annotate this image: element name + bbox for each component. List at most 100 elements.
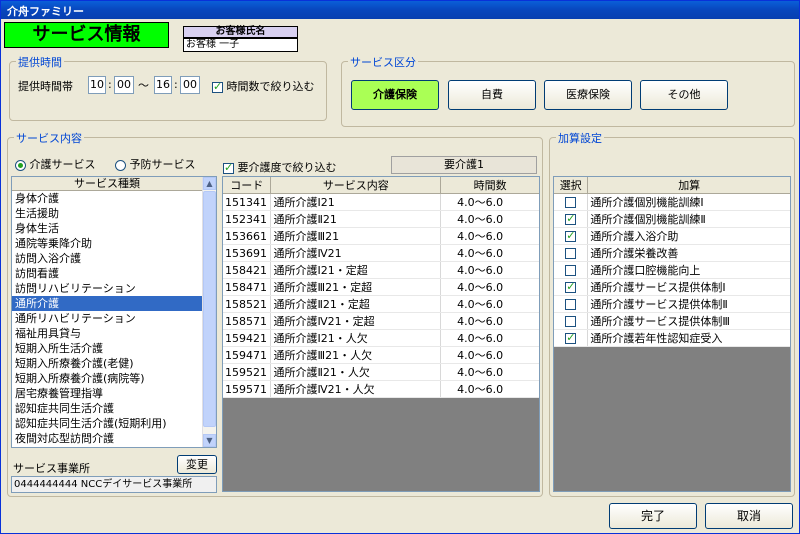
service-code-row[interactable]: 158471 通所介護Ⅲ21・定超 4.0～6.0 [223,278,539,296]
addon-select-cell[interactable] [554,261,589,279]
office-label: サービス事業所 [13,462,90,475]
care-level-filter-check-icon [223,161,234,174]
addon-checkbox[interactable] [565,331,577,344]
service-type-item[interactable]: 生活援助 [12,206,202,221]
addon-select-cell[interactable] [554,278,589,296]
service-name-cell: 通所介護Ⅲ21・人欠 [270,346,442,364]
scroll-down-icon[interactable]: ▼ [203,434,216,447]
service-type-item[interactable]: 通院等乗降介助 [12,236,202,251]
addon-select-cell[interactable] [554,329,589,347]
end-minute-input[interactable]: 00 [180,76,200,94]
service-code-row[interactable]: 159471 通所介護Ⅲ21・人欠 4.0～6.0 [223,346,539,364]
addon-checkbox[interactable] [565,299,577,310]
service-type-item[interactable]: 通所リハビリテーション [12,311,202,326]
addon-row[interactable]: 通所介護栄養改善 [554,244,790,262]
category-group: サービス区分 介護保険 自費 医療保険 その他 [341,54,795,127]
service-code-row[interactable]: 158421 通所介護Ⅰ21・定超 4.0～6.0 [223,261,539,279]
radio-prevent-icon [115,159,126,171]
service-type-item[interactable]: 訪問リハビリテーション [12,281,202,296]
start-colon: : [108,78,112,91]
addon-select-cell[interactable] [554,227,589,245]
office-change-button[interactable]: 変更 [177,455,217,474]
addon-grid[interactable]: 選択 加算 通所介護個別機能訓練Ⅰ通所介護個別機能訓練Ⅱ通所介護入浴介助通所介護… [553,176,791,492]
service-code-row[interactable]: 152341 通所介護Ⅱ21 4.0～6.0 [223,210,539,228]
addon-name-cell: 通所介護栄養改善 [587,244,790,262]
service-type-item[interactable]: 身体介護 [12,191,202,206]
service-type-item[interactable]: 認知症共同生活介護 [12,401,202,416]
start-minute-input[interactable]: 00 [114,76,134,94]
service-type-item[interactable]: 訪問入浴介護 [12,251,202,266]
addon-checkbox[interactable] [565,280,577,293]
service-type-item[interactable]: 短期入所療養介護(病院等) [12,371,202,386]
service-type-item[interactable]: 居宅療養管理指導 [12,386,202,401]
service-code-row[interactable]: 159521 通所介護Ⅱ21・人欠 4.0～6.0 [223,363,539,381]
category-button-other[interactable]: その他 [640,80,728,110]
radio-care-label: 介護サービス [29,158,96,171]
addon-row[interactable]: 通所介護個別機能訓練Ⅰ [554,193,790,211]
addon-row[interactable]: 通所介護個別機能訓練Ⅱ [554,210,790,228]
start-hour-input[interactable]: 10 [88,76,106,94]
service-type-item[interactable]: 訪問看護 [12,266,202,281]
hours-filter-checkbox[interactable]: 時間数で絞り込む [212,78,315,94]
addon-select-cell[interactable] [554,210,589,228]
service-type-item[interactable]: 認知症共同生活介護(短期利用) [12,416,202,431]
service-type-item[interactable]: 短期入所生活介護 [12,341,202,356]
service-code-grid[interactable]: コード サービス内容 時間数 151341 通所介護Ⅰ21 4.0～6.0 15234… [222,176,540,492]
service-name-cell: 通所介護Ⅱ21・人欠 [270,363,442,381]
end-hour-input[interactable]: 16 [154,76,172,94]
service-code-row[interactable]: 153691 通所介護Ⅳ21 4.0～6.0 [223,244,539,262]
care-level-filter-checkbox[interactable]: 要介護度で絞り込む [223,159,337,175]
category-button-jihi[interactable]: 自費 [448,80,536,110]
addon-row[interactable]: 通所介護サービス提供体制Ⅰ [554,278,790,296]
addon-row[interactable]: 通所介護若年性認知症受入 [554,329,790,347]
service-type-item[interactable]: 福祉用具貸与 [12,326,202,341]
time-group: 提供時間 提供時間帯 10 : 00 ～ 16 : 00 時間数で絞り込む [9,54,327,121]
grid-header-code: コード [223,177,272,194]
service-group-title: サービス内容 [14,130,84,146]
cancel-button[interactable]: 取消 [705,503,793,529]
addon-select-cell[interactable] [554,312,589,330]
service-type-item[interactable]: 通所介護 [12,296,202,311]
care-level-display[interactable]: 要介護1 [391,156,537,174]
service-code-row[interactable]: 158571 通所介護Ⅳ21・定超 4.0～6.0 [223,312,539,330]
service-code-row[interactable]: 151341 通所介護Ⅰ21 4.0～6.0 [223,193,539,211]
service-code-row[interactable]: 158521 通所介護Ⅱ21・定超 4.0～6.0 [223,295,539,313]
service-type-item[interactable]: 短期入所療養介護(老健) [12,356,202,371]
service-code-row[interactable]: 153661 通所介護Ⅲ21 4.0～6.0 [223,227,539,245]
addon-row[interactable]: 通所介護サービス提供体制Ⅲ [554,312,790,330]
service-code-cell: 153691 [223,244,272,262]
addon-checkbox[interactable] [565,248,577,259]
ok-button[interactable]: 完了 [609,503,697,529]
end-colon: : [174,78,178,91]
service-type-scrollbar[interactable]: ▲ ▼ [202,177,216,447]
addon-row[interactable]: 通所介護サービス提供体制Ⅱ [554,295,790,313]
addon-checkbox[interactable] [565,316,577,327]
service-code-cell: 158521 [223,295,272,313]
addon-checkbox[interactable] [565,265,577,276]
service-type-header: サービス種類 [12,177,202,191]
category-button-kaigo[interactable]: 介護保険 [351,80,439,110]
service-code-row[interactable]: 159571 通所介護Ⅳ21・人欠 4.0～6.0 [223,380,539,398]
category-button-iryo[interactable]: 医療保険 [544,80,632,110]
service-type-item[interactable]: 身体生活 [12,221,202,236]
service-type-list[interactable]: サービス種類 身体介護 生活援助 身体生活 通院等乗降介助 訪問入浴介護 訪問看護 訪問リハ… [11,176,217,448]
service-code-cell: 159471 [223,346,272,364]
service-code-cell: 158421 [223,261,272,279]
scroll-thumb[interactable] [203,191,216,427]
addon-select-cell[interactable] [554,193,589,211]
radio-care-service[interactable]: 介護サービス [15,156,96,172]
service-code-row[interactable]: 159421 通所介護Ⅰ21・人欠 4.0～6.0 [223,329,539,347]
radio-care-icon [15,159,26,171]
addon-row[interactable]: 通所介護口腔機能向上 [554,261,790,279]
service-hours-cell: 4.0～6.0 [440,312,539,330]
service-code-cell: 153661 [223,227,272,245]
scroll-up-icon[interactable]: ▲ [203,177,216,190]
addon-row[interactable]: 通所介護入浴介助 [554,227,790,245]
radio-prevent-service[interactable]: 予防サービス [115,156,196,172]
addon-select-cell[interactable] [554,295,589,313]
service-type-item[interactable]: 夜間対応型訪問介護 [12,431,202,446]
addon-checkbox[interactable] [565,212,577,225]
addon-select-cell[interactable] [554,244,589,262]
addon-checkbox[interactable] [565,229,577,242]
addon-checkbox[interactable] [565,197,577,208]
